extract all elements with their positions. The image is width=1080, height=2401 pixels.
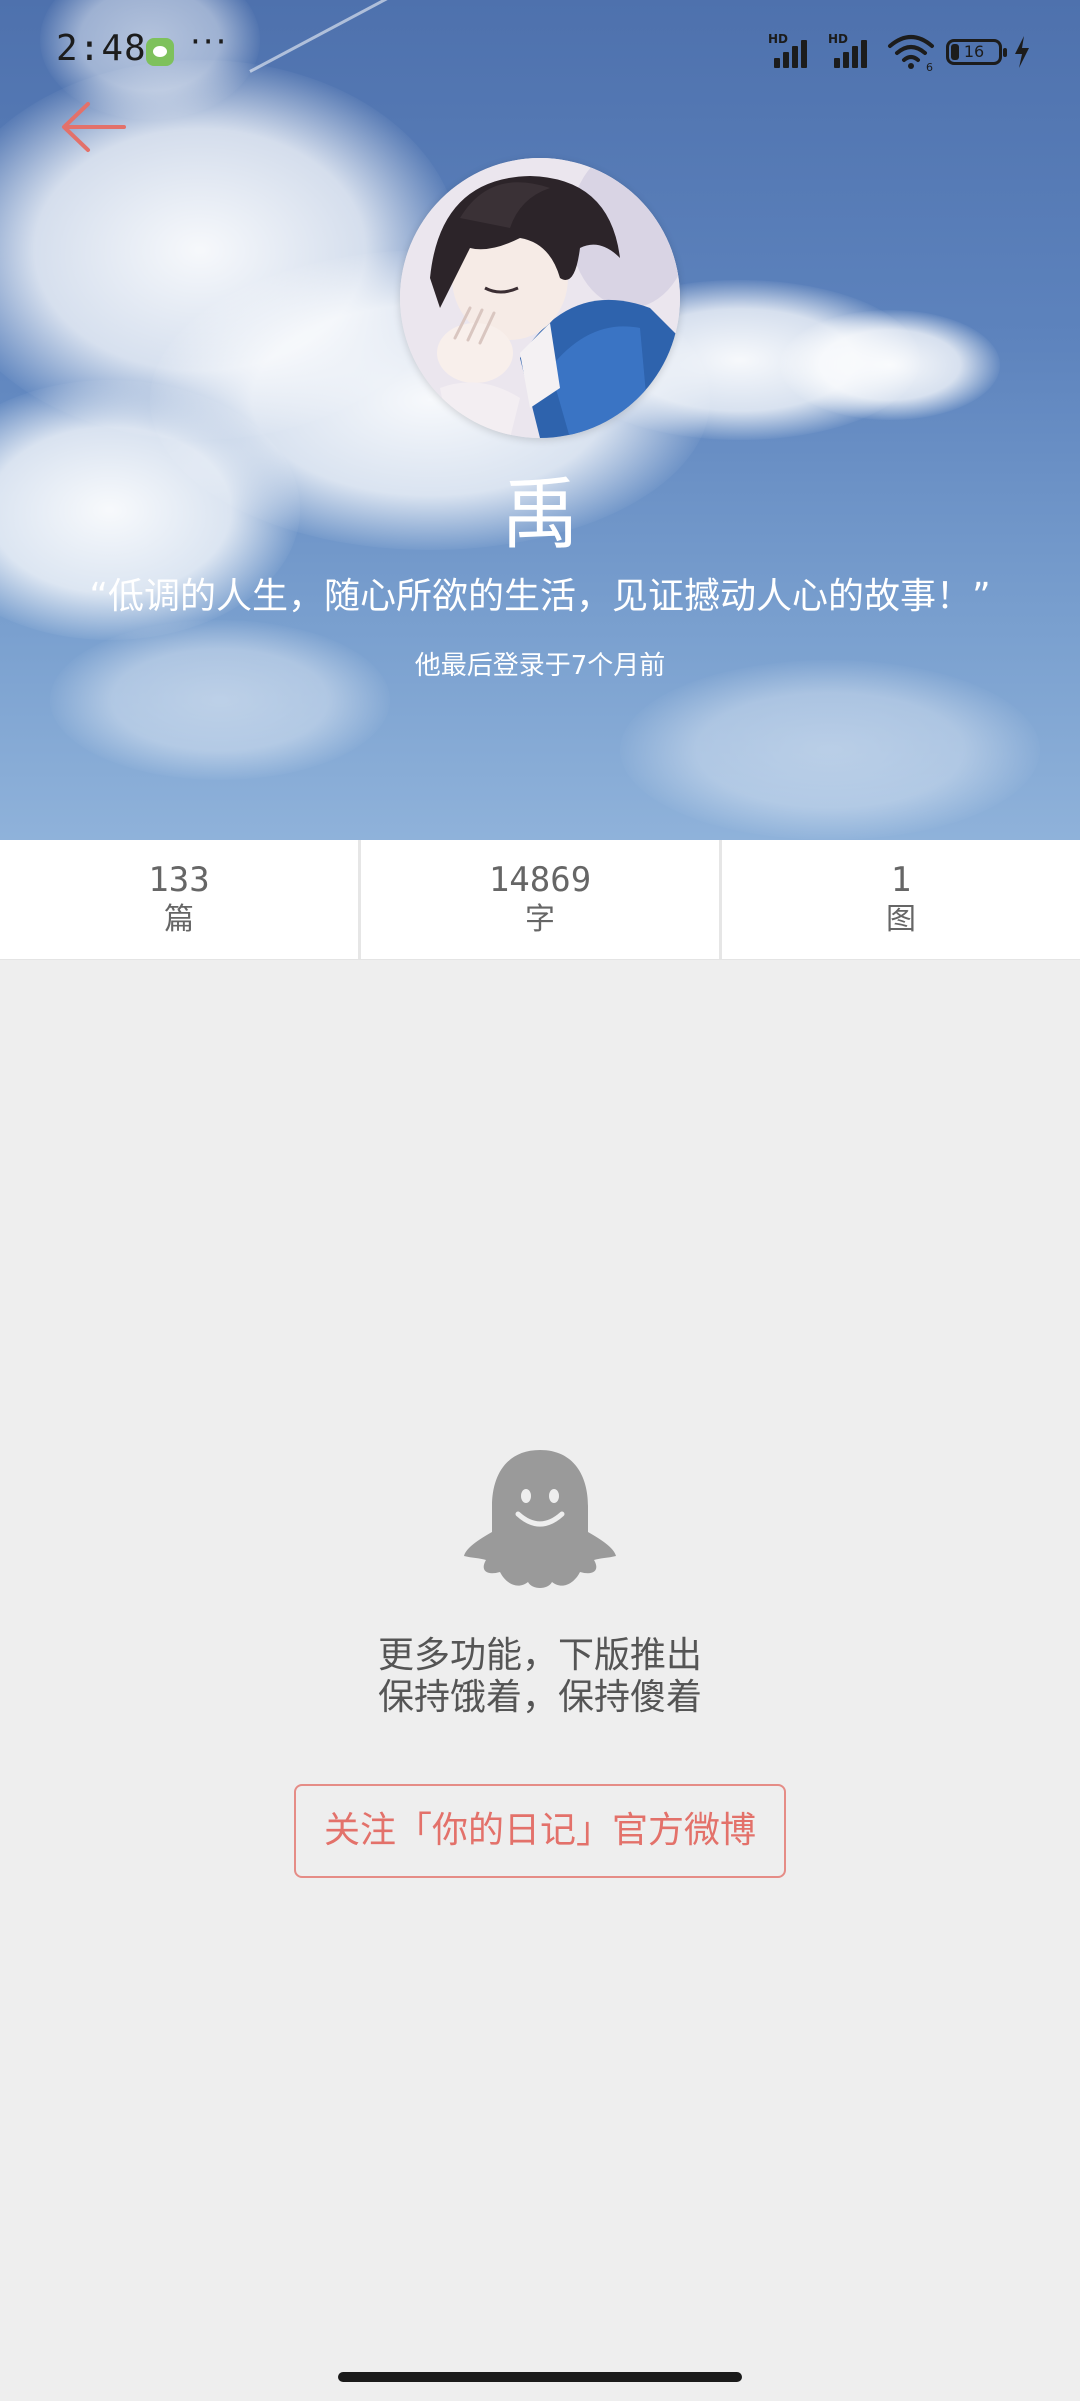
stat-value: 14869 [488,860,592,900]
more-notifications-icon: ··· [190,22,229,62]
profile-name: 禹 [500,470,579,560]
empty-state-line-2: 保持饿着，保持傻着 [377,1677,702,1718]
signal-icon: HD [766,32,816,72]
status-icons: HD HD 6 16 [766,30,1032,74]
empty-state-line-1: 更多功能，下版推出 [377,1635,702,1676]
cloud-decoration [620,660,1040,840]
avatar-illustration [400,158,680,438]
stat-entries[interactable]: 133 篇 [0,840,358,959]
ghost-icon [464,1450,616,1588]
signal-hd-badge: HD [768,32,789,46]
cloud-decoration [50,620,390,780]
stat-images[interactable]: 1 图 [719,840,1080,959]
status-bar: 2:48 ··· HD HD 6 16 [0,0,1080,100]
bolt-icon [1015,36,1029,68]
wechat-icon [146,38,174,66]
follow-weibo-button[interactable]: 关注「你的日记」官方微博 [294,1784,786,1878]
svg-text:6: 6 [926,61,933,72]
stat-label: 字 [525,902,555,937]
battery-level: 16 [963,42,985,61]
signal-hd-badge: HD [828,32,849,46]
signal-icon: HD [826,32,876,72]
stat-value: 1 [890,860,912,900]
stat-label: 篇 [164,902,194,937]
stat-label: 图 [886,902,916,937]
home-indicator[interactable] [338,2372,742,2382]
battery-icon: 16 [946,39,1007,65]
profile-header: 2:48 ··· HD HD 6 16 禹 “低调的人生，随心所欲的生活，见证撼… [0,0,1080,840]
avatar[interactable] [400,158,680,438]
stat-words[interactable]: 14869 字 [358,840,719,959]
back-button[interactable] [52,90,142,165]
stat-value: 133 [148,860,210,900]
cloud-decoration [780,310,1000,420]
last-login-text: 他最后登录于7个月前 [414,651,666,681]
wifi-icon: 6 [886,32,936,74]
profile-motto: “低调的人生，随心所欲的生活，见证撼动人心的故事！” [89,576,991,617]
status-time: 2:48 [56,28,147,69]
arrow-left-icon [62,102,126,152]
stats-bar: 133 篇 14869 字 1 图 [0,840,1080,960]
